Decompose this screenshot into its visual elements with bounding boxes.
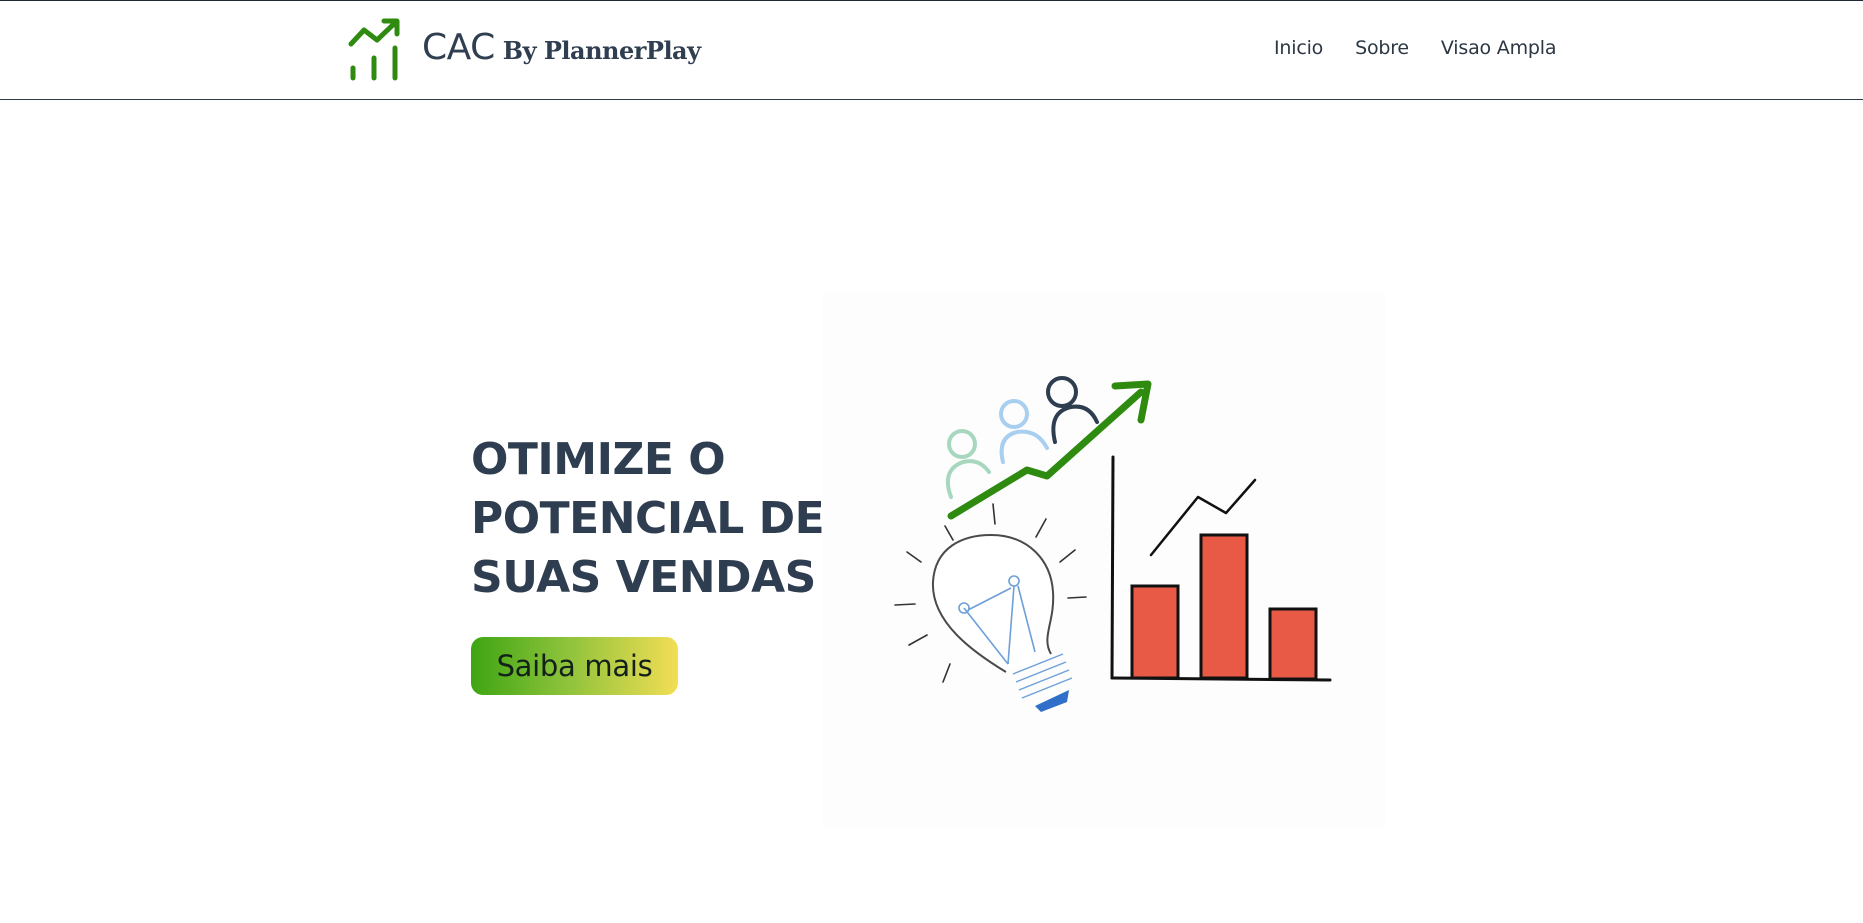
site-header: CAC By PlannerPlay Inicio Sobre Visao Am…	[0, 0, 1863, 100]
brand-byline: By PlannerPlay	[502, 35, 701, 65]
main-nav: Inicio Sobre Visao Ampla	[1274, 37, 1556, 59]
hero-title: OTIMIZE O POTENCIAL DE SUAS VENDAS	[471, 430, 831, 607]
saiba-mais-button[interactable]: Saiba mais	[471, 637, 678, 695]
hero-title-line-2: POTENCIAL DE	[471, 493, 825, 544]
brand-text: CAC By PlannerPlay	[422, 27, 701, 68]
nav-link-visao-ampla[interactable]: Visao Ampla	[1441, 37, 1557, 59]
nav-link-inicio[interactable]: Inicio	[1274, 37, 1323, 59]
lightbulb-icon	[931, 533, 1073, 712]
hero-section: OTIMIZE O POTENCIAL DE SUAS VENDAS Saiba…	[471, 430, 831, 695]
growth-arrow-icon	[947, 380, 1152, 520]
bar-chart-illustration	[1110, 455, 1332, 682]
nav-link-sobre[interactable]: Sobre	[1355, 37, 1409, 59]
hero-title-line-1: OTIMIZE O	[471, 434, 726, 485]
lightbulb-growth-chart-illustration	[894, 376, 1332, 712]
people-icons	[946, 376, 1099, 499]
brand-name: CAC	[422, 26, 495, 68]
hero-title-line-3: SUAS VENDAS	[471, 552, 816, 603]
page: CAC By PlannerPlay Inicio Sobre Visao Am…	[0, 0, 1863, 923]
hero-illustration	[823, 292, 1385, 828]
brand-logo[interactable]: CAC By PlannerPlay	[348, 17, 701, 83]
trending-up-bars-icon	[348, 18, 400, 81]
